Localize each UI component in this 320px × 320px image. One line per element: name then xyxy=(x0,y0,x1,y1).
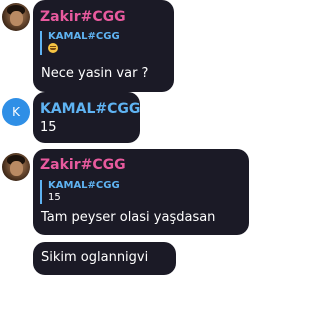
reply-author: KAMAL#CGG xyxy=(48,180,120,191)
message-text: Nece yasin var ? xyxy=(41,66,149,81)
message-bubble[interactable]: Zakir#CGG KAMAL#CGG Nece yasin var ? xyxy=(33,0,174,92)
message-bubble[interactable]: Sikim oglannigvi xyxy=(33,242,176,275)
sender-name[interactable]: Zakir#CGG xyxy=(40,157,126,173)
reply-author: KAMAL#CGG xyxy=(48,31,120,42)
reply-quote[interactable]: KAMAL#CGG 15 xyxy=(40,180,120,204)
user-avatar[interactable] xyxy=(2,153,30,181)
message-bubble[interactable]: KAMAL#CGG 15 xyxy=(33,92,140,143)
message-text: Tam peyser olasi yaşdasan xyxy=(41,210,216,225)
message-text: Sikim oglannigvi xyxy=(41,250,149,265)
message-bubble[interactable]: Zakir#CGG KAMAL#CGG 15 Tam peyser olasi … xyxy=(33,149,249,235)
sender-name[interactable]: KAMAL#CGG xyxy=(40,101,140,117)
sender-name[interactable]: Zakir#CGG xyxy=(40,9,126,25)
reply-quote[interactable]: KAMAL#CGG xyxy=(40,31,120,55)
message-text: 15 xyxy=(40,120,57,135)
reply-emoji xyxy=(48,43,120,55)
user-avatar[interactable]: K xyxy=(2,98,30,126)
grinning-emoji-icon xyxy=(48,43,58,53)
reply-text: 15 xyxy=(48,192,61,203)
user-avatar[interactable] xyxy=(2,3,30,31)
